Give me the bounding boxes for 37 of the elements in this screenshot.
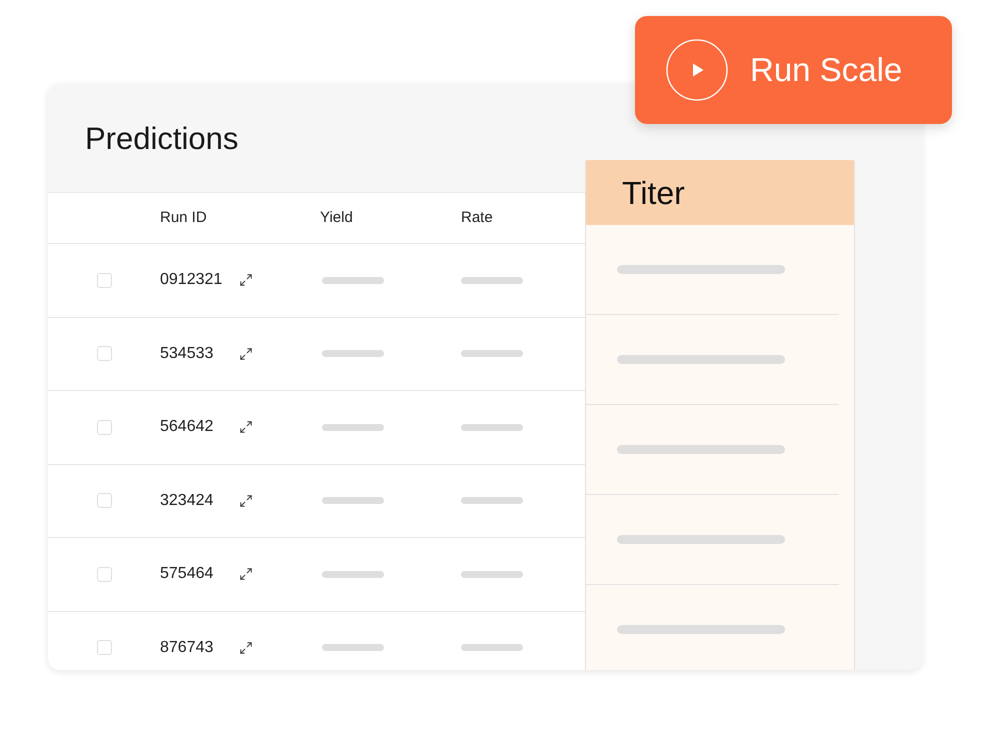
skeleton-bar — [461, 570, 523, 578]
panel-title: Predictions — [85, 122, 238, 154]
skeleton-bar — [322, 570, 384, 578]
expand-icon[interactable] — [239, 567, 253, 582]
checkbox[interactable] — [97, 640, 112, 656]
run-scale-button[interactable]: Run Scale — [635, 16, 952, 124]
checkbox[interactable] — [97, 420, 112, 435]
column-header: Rate — [461, 209, 493, 226]
skeleton-bar — [461, 350, 523, 358]
play-icon — [666, 39, 728, 101]
skeleton-bar — [461, 497, 523, 504]
skeleton-bar — [461, 276, 523, 284]
expand-icon[interactable] — [239, 346, 253, 361]
skeleton-bar — [322, 350, 384, 358]
run-id: 0912321 — [160, 270, 224, 290]
skeleton-bar — [322, 497, 384, 504]
expand-icon[interactable] — [239, 273, 253, 288]
run-id: 564642 — [160, 417, 214, 438]
skeleton-bar — [322, 644, 384, 652]
expand-icon[interactable] — [239, 420, 253, 434]
skeleton-bar — [322, 276, 384, 284]
run-id: 534533 — [160, 344, 214, 364]
skeleton-bar — [461, 644, 523, 652]
checkbox[interactable] — [97, 493, 112, 508]
expand-icon[interactable] — [239, 494, 253, 508]
column-header: Run ID — [160, 209, 207, 226]
skeleton-bar — [461, 424, 523, 431]
checkbox[interactable] — [97, 566, 112, 582]
checkbox[interactable] — [97, 346, 112, 362]
skeleton-bar — [322, 424, 384, 431]
run-id: 575464 — [160, 564, 214, 584]
run-id: 876743 — [160, 638, 214, 658]
column-header: Titer — [586, 160, 854, 225]
run-id: 323424 — [160, 490, 214, 511]
expand-icon[interactable] — [239, 640, 253, 655]
checkbox[interactable] — [97, 272, 112, 288]
column-header: Yield — [320, 209, 353, 226]
